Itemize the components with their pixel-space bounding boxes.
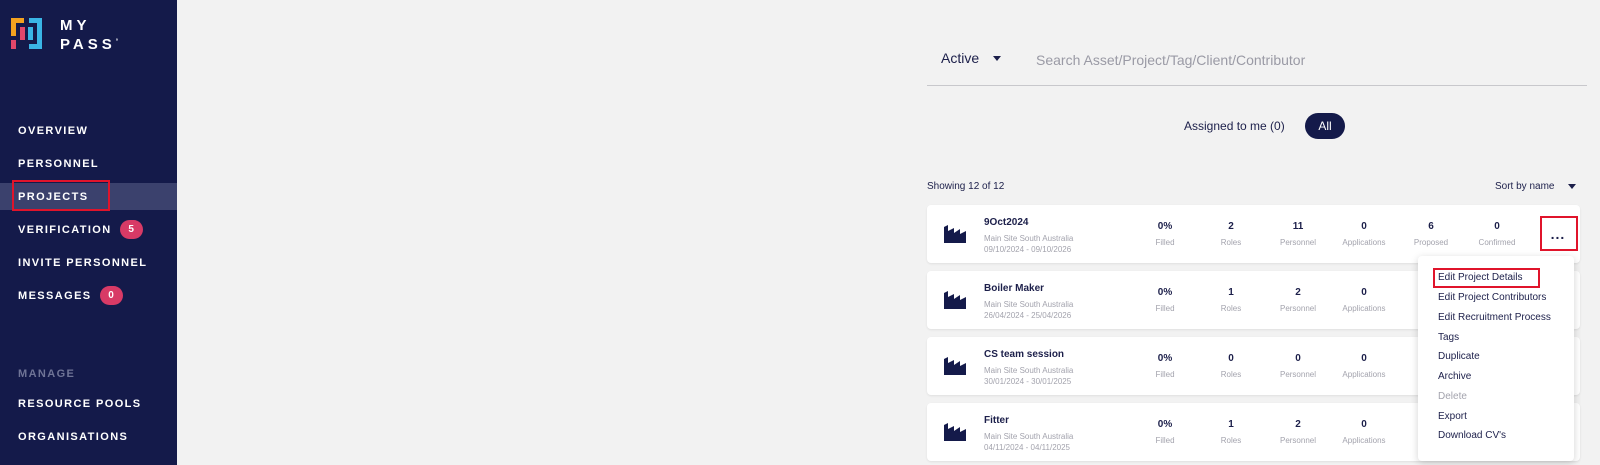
project-site: Main Site South Australia (984, 234, 1074, 243)
factory-icon (944, 357, 966, 375)
stat-filled: 0% Filled (1155, 221, 1175, 247)
menu-delete: Delete (1438, 391, 1467, 402)
stat-roles: 1 Roles (1220, 419, 1242, 445)
menu-edit-project-details[interactable]: Edit Project Details (1438, 272, 1522, 283)
stat-personnel: 2 Personnel (1279, 287, 1317, 313)
sort-value: Sort by name (1495, 181, 1555, 192)
stat-personnel: 2 Personnel (1279, 419, 1317, 445)
menu-edit-recruitment-process[interactable]: Edit Recruitment Process (1438, 312, 1551, 323)
stat-applications: 0 Applications (1342, 221, 1386, 247)
nav-personnel-label: PERSONNEL (18, 157, 100, 170)
verification-count-badge: 5 (119, 220, 143, 239)
menu-edit-project-contributors[interactable]: Edit Project Contributors (1438, 292, 1546, 303)
nav-invite-personnel[interactable]: INVITE PERSONNEL (0, 249, 177, 276)
stat-applications: 0 Applications (1342, 419, 1386, 445)
stat-personnel: 0 Personnel (1279, 353, 1317, 379)
messages-count-badge: 0 (99, 286, 123, 305)
brand-mark: ° (115, 39, 119, 45)
status-filter-value: Active (941, 50, 980, 66)
nav-organisations[interactable]: ORGANISATIONS (0, 423, 177, 450)
project-site: Main Site South Australia (984, 366, 1074, 375)
project-name: Fitter (984, 415, 1009, 426)
more-options-button[interactable]: ... (1542, 218, 1574, 250)
stat-roles: 1 Roles (1220, 287, 1242, 313)
nav-messages[interactable]: MESSAGES 0 (0, 282, 177, 309)
assigned-to-me-filter[interactable]: Assigned to me (0) (1184, 119, 1285, 133)
caret-down-icon (993, 55, 1002, 61)
manage-section-label: MANAGE (18, 368, 76, 380)
project-dates: 30/01/2024 - 30/01/2025 (984, 377, 1072, 386)
stat-applications: 0 Applications (1342, 353, 1386, 379)
factory-icon (944, 225, 966, 243)
menu-archive[interactable]: Archive (1438, 371, 1471, 382)
stat-roles: 0 Roles (1220, 353, 1242, 379)
project-card-9oct2024[interactable]: 9Oct2024 Main Site South Australia 09/10… (927, 205, 1580, 263)
project-site: Main Site South Australia (984, 300, 1074, 309)
project-dates: 09/10/2024 - 09/10/2026 (984, 245, 1072, 254)
project-name: CS team session (984, 349, 1065, 360)
stat-personnel: 11 Personnel (1279, 221, 1317, 247)
nav-organisations-label: ORGANISATIONS (18, 430, 129, 443)
project-site: Main Site South Australia (984, 432, 1074, 441)
stat-confirmed: 0 Confirmed (1478, 221, 1516, 247)
search-input[interactable] (1036, 49, 1586, 71)
project-name: Boiler Maker (984, 283, 1045, 294)
menu-download-cvs[interactable]: Download CV's (1438, 430, 1506, 441)
project-dates: 26/04/2024 - 25/04/2026 (984, 311, 1072, 320)
stat-proposed: 6 Proposed (1413, 221, 1449, 247)
nav-resource-pools[interactable]: RESOURCE POOLS (0, 390, 177, 417)
all-filter-button[interactable]: All (1305, 113, 1345, 139)
caret-down-icon (1568, 184, 1577, 189)
menu-tags[interactable]: Tags (1438, 332, 1459, 343)
brand-wordmark: MY PASS° (60, 18, 118, 53)
stat-filled: 0% Filled (1155, 419, 1175, 445)
nav-projects-label: PROJECTS (18, 190, 89, 203)
results-count: Showing 12 of 12 (927, 181, 1005, 192)
stat-filled: 0% Filled (1155, 287, 1175, 313)
nav-resource-pools-label: RESOURCE POOLS (18, 397, 142, 410)
nav-overview[interactable]: OVERVIEW (0, 117, 177, 144)
search-underline (927, 85, 1587, 86)
nav-projects[interactable]: PROJECTS (0, 183, 177, 210)
stat-applications: 0 Applications (1342, 287, 1386, 313)
sort-dropdown[interactable]: Sort by name (1495, 181, 1577, 192)
brand-line-1: MY (60, 17, 91, 34)
menu-duplicate[interactable]: Duplicate (1438, 351, 1480, 362)
project-actions-menu: Edit Project Details Edit Project Contri… (1418, 256, 1574, 461)
mypass-logo-icon (11, 18, 42, 49)
factory-icon (944, 423, 966, 441)
factory-icon (944, 291, 966, 309)
menu-export[interactable]: Export (1438, 411, 1467, 422)
nav-invite-personnel-label: INVITE PERSONNEL (18, 256, 148, 269)
stat-roles: 2 Roles (1220, 221, 1242, 247)
nav-messages-label: MESSAGES (18, 289, 92, 302)
stat-filled: 0% Filled (1155, 353, 1175, 379)
status-filter-dropdown[interactable]: Active (941, 50, 1002, 66)
nav-verification[interactable]: VERIFICATION 5 (0, 216, 177, 243)
nav-overview-label: OVERVIEW (18, 124, 89, 137)
brand-line-2: PASS° (60, 36, 119, 53)
nav-personnel[interactable]: PERSONNEL (0, 150, 177, 177)
project-name: 9Oct2024 (984, 217, 1029, 228)
mypass-logo[interactable]: MY PASS° (11, 18, 161, 53)
sidebar: MY PASS° OVERVIEW PERSONNEL PROJECTS VER… (0, 0, 177, 465)
nav-verification-label: VERIFICATION (18, 223, 112, 236)
project-dates: 04/11/2024 - 04/11/2025 (984, 443, 1070, 452)
